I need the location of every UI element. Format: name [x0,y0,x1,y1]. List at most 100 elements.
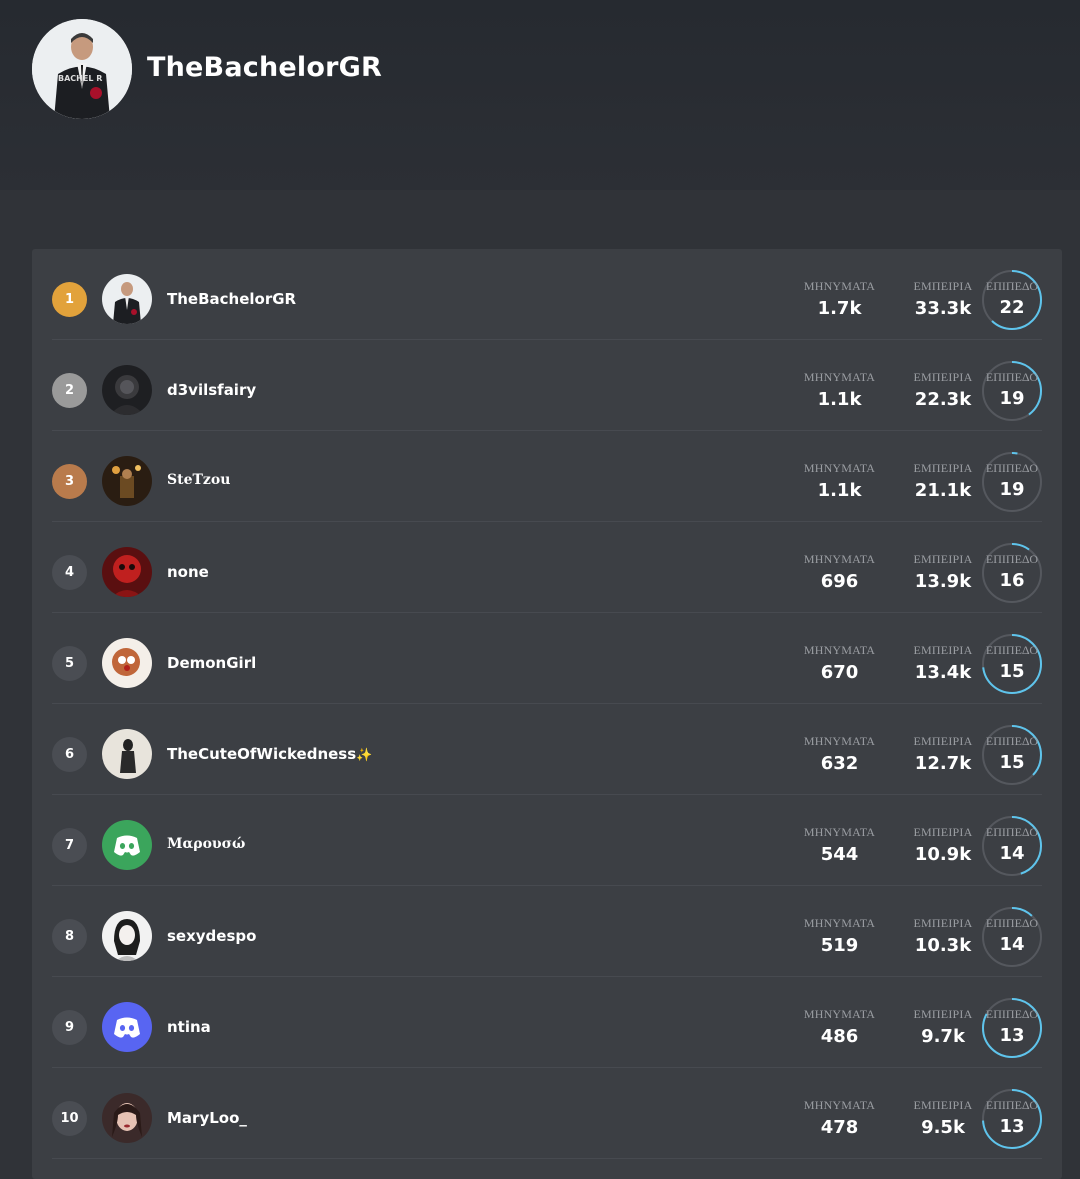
stat-value: 486 [820,1026,859,1047]
stat-value: 13.9k [914,571,972,592]
discord-default-avatar-icon[interactable] [102,1002,152,1052]
username[interactable]: ntina [167,1018,211,1036]
messages-stat: ΜΗΝΥΜΑΤΑ 486 [792,1007,887,1047]
level-label: ΕΠΙΠΕΔΟ [985,1098,1039,1112]
username[interactable]: DemonGirl [167,654,256,672]
stat-value: 33.3k [914,298,972,319]
stat-value: 696 [820,571,859,592]
stat-label: ΕΜΠΕΙΡΙΑ [913,1098,973,1112]
bachelor-avatar-icon[interactable] [102,274,152,324]
leaderboard-row[interactable]: 1 TheBachelorGR ΜΗΝΥΜΑΤΑ 1.7k ΕΜΠΕΙΡΙΑ 33.3k … [52,249,1042,340]
level-value: 19 [999,388,1025,409]
stat-value: 478 [820,1117,859,1138]
leaderboard-row[interactable]: 5 DemonGirl ΜΗΝΥΜΑΤΑ 670 ΕΜΠΕΙΡΙΑ 13.4k ΕΠΙΠΕ… [52,613,1042,704]
stat-label: ΜΗΝΥΜΑΤΑ [803,916,876,930]
figure-sketch-avatar-icon[interactable] [102,729,152,779]
username-text: TheCuteOfWickedness [167,745,357,763]
level-value: 13 [999,1025,1025,1046]
username-text: Μαρουσώ [167,836,246,852]
server-avatar: BACHEL R [32,19,132,119]
level-label: ΕΠΙΠΕΔΟ [985,552,1039,566]
messages-stat: ΜΗΝΥΜΑΤΑ 544 [792,825,887,865]
leaderboard-row[interactable]: 9 ntina ΜΗΝΥΜΑΤΑ 486 ΕΜΠΕΙΡΙΑ 9.7k ΕΠΙΠΕΔΟ 13 [52,977,1042,1068]
bachelor-portrait-icon: BACHEL R [32,19,132,119]
stat-value: 632 [820,753,859,774]
username[interactable]: none [167,563,209,581]
level-ring: ΕΠΙΠΕΔΟ 16 [981,542,1043,604]
stat-label: ΕΜΠΕΙΡΙΑ [913,825,973,839]
level-ring: ΕΠΙΠΕΔΟ 14 [981,906,1043,968]
level-ring: ΕΠΙΠΕΔΟ 15 [981,724,1043,786]
stat-value: 10.9k [914,844,972,865]
stat-label: ΜΗΝΥΜΑΤΑ [803,1007,876,1021]
username-text: d3vilsfairy [167,381,257,399]
stat-value: 22.3k [914,389,972,410]
level-value: 16 [999,570,1025,591]
level-value: 13 [999,1116,1025,1137]
username-text: TheBachelorGR [167,290,297,308]
messages-stat: ΜΗΝΥΜΑΤΑ 696 [792,552,887,592]
level-label: ΕΠΙΠΕΔΟ [985,916,1039,930]
red-art-avatar-icon[interactable] [102,547,152,597]
dark-photo-avatar-icon[interactable] [102,365,152,415]
messages-stat: ΜΗΝΥΜΑΤΑ 670 [792,643,887,683]
username-text: sexydespo [167,927,257,945]
stat-value: 13.4k [914,662,972,683]
level-label: ΕΠΙΠΕΔΟ [985,461,1039,475]
experience-stat: ΕΜΠΕΙΡΙΑ 13.9k [900,552,986,592]
level-ring: ΕΠΙΠΕΔΟ 13 [981,1088,1043,1150]
anime-sketch-avatar-icon[interactable] [102,911,152,961]
rank-badge: 10 [52,1101,87,1136]
level-value: 14 [999,934,1025,955]
stat-value: 519 [820,935,859,956]
messages-stat: ΜΗΝΥΜΑΤΑ 632 [792,734,887,774]
portrait-photo-avatar-icon[interactable] [102,1093,152,1143]
username[interactable]: sexydespo [167,927,256,945]
level-value: 15 [999,752,1025,773]
level-value: 15 [999,661,1025,682]
stat-value: 21.1k [914,480,972,501]
leaderboard-row[interactable]: 7 Μαρουσώ ΜΗΝΥΜΑΤΑ 544 ΕΜΠΕΙΡΙΑ 10.9k ΕΠΙΠΕΔ… [52,795,1042,886]
rank-badge: 9 [52,1010,87,1045]
rank-badge: 1 [52,282,87,317]
messages-stat: ΜΗΝΥΜΑΤΑ 1.7k [792,279,887,319]
level-ring: ΕΠΙΠΕΔΟ 19 [981,360,1043,422]
level-ring: ΕΠΙΠΕΔΟ 22 [981,269,1043,331]
username-text: SteTzou [167,472,231,488]
leaderboard-row[interactable]: 2 d3vilsfairy ΜΗΝΥΜΑΤΑ 1.1k ΕΜΠΕΙΡΙΑ 22.3k ΕΠ… [52,340,1042,431]
server-header: BACHEL R TheBachelorGR [0,0,1080,190]
username[interactable]: TheCuteOfWickedness✨ [167,745,372,763]
discord-default-avatar-icon[interactable] [102,820,152,870]
clown-art-avatar-icon[interactable] [102,638,152,688]
level-value: 19 [999,479,1025,500]
username[interactable]: Μαρουσώ [167,836,245,852]
username-text: MaryLoo_ [167,1109,247,1127]
leaderboard-row[interactable]: 6 TheCuteOfWickedness✨ ΜΗΝΥΜΑΤΑ 632 ΕΜΠΕΙΡΙΑ… [52,704,1042,795]
level-label: ΕΠΙΠΕΔΟ [985,1007,1039,1021]
messages-stat: ΜΗΝΥΜΑΤΑ 478 [792,1098,887,1138]
experience-stat: ΕΜΠΕΙΡΙΑ 21.1k [900,461,986,501]
leaderboard-row[interactable]: 3 SteTzou ΜΗΝΥΜΑΤΑ 1.1k ΕΜΠΕΙΡΙΑ 21.1k ΕΠΙΠΕΔ… [52,431,1042,522]
leaderboard-row[interactable]: 8 sexydespo ΜΗΝΥΜΑΤΑ 519 ΕΜΠΕΙΡΙΑ 10.3k ΕΠΙΠΕ… [52,886,1042,977]
username[interactable]: d3vilsfairy [167,381,256,399]
username[interactable]: TheBachelorGR [167,290,296,308]
server-name: TheBachelorGR [147,52,382,83]
svg-text:BACHEL R: BACHEL R [58,74,102,83]
experience-stat: ΕΜΠΕΙΡΙΑ 13.4k [900,643,986,683]
stat-value: 12.7k [914,753,972,774]
experience-stat: ΕΜΠΕΙΡΙΑ 9.5k [900,1098,986,1138]
username-text: ntina [167,1018,211,1036]
stat-label: ΕΜΠΕΙΡΙΑ [913,916,973,930]
username-text: DemonGirl [167,654,257,672]
stat-label: ΕΜΠΕΙΡΙΑ [913,734,973,748]
stat-label: ΕΜΠΕΙΡΙΑ [913,279,973,293]
username[interactable]: MaryLoo_ [167,1109,247,1127]
username[interactable]: SteTzou [167,472,230,488]
level-ring: ΕΠΙΠΕΔΟ 13 [981,997,1043,1059]
level-label: ΕΠΙΠΕΔΟ [985,825,1039,839]
leaderboard-row[interactable]: 4 none ΜΗΝΥΜΑΤΑ 696 ΕΜΠΕΙΡΙΑ 13.9k ΕΠΙΠΕΔΟ 16 [52,522,1042,613]
leaderboard-row[interactable]: 10 MaryLoo_ ΜΗΝΥΜΑΤΑ 478 ΕΜΠΕΙΡΙΑ 9.5k ΕΠΙΠΕΔ… [52,1068,1042,1159]
night-photo-avatar-icon[interactable] [102,456,152,506]
experience-stat: ΕΜΠΕΙΡΙΑ 33.3k [900,279,986,319]
leaderboard: 1 TheBachelorGR ΜΗΝΥΜΑΤΑ 1.7k ΕΜΠΕΙΡΙΑ 33.3k … [32,249,1062,1179]
